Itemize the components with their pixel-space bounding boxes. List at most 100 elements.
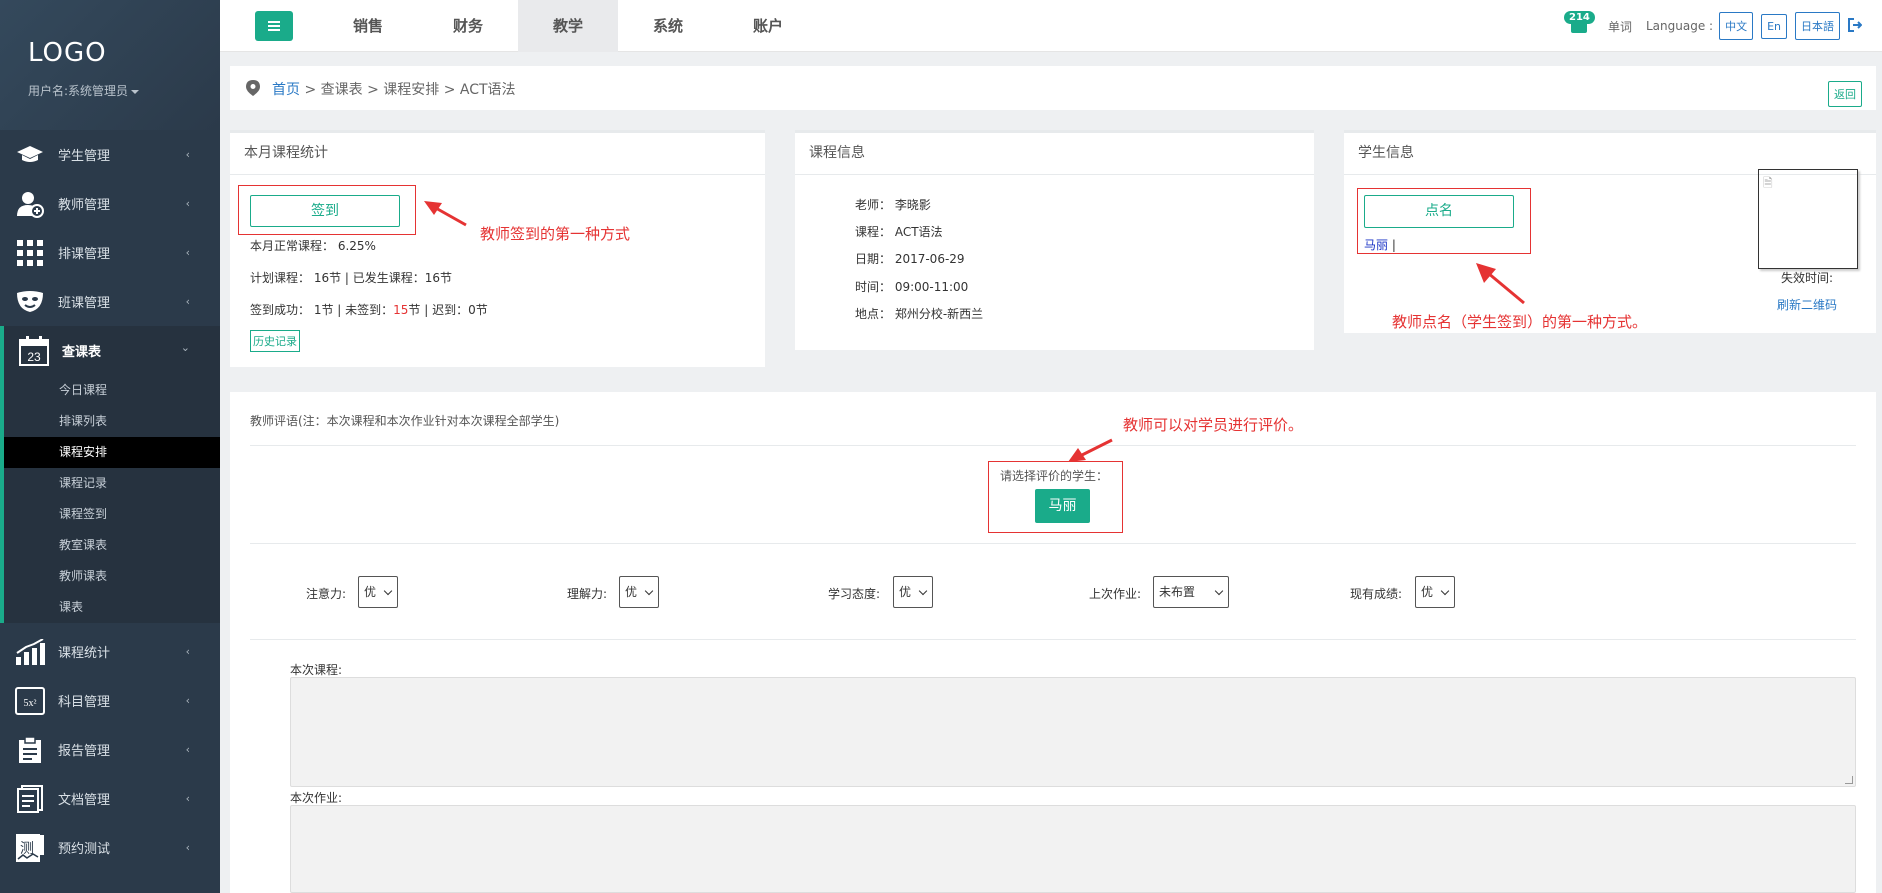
student-select-button[interactable]: 马丽 [1035,489,1090,523]
test-pen-icon: 测 [14,832,46,864]
refresh-qr-link[interactable]: 刷新二维码 [1777,296,1837,313]
this-homework-label: 本次作业: [290,791,343,805]
sidebar: LOGO 用户名:系统管理员 学生管理 ‹ 教师管理 ‹ 排课管理 ‹ 班课管理… [0,0,220,893]
submenu-classroom-timetable[interactable]: 教室课表 [4,530,220,561]
student-list: 马丽 | [1364,236,1396,253]
signin-button[interactable]: 签到 [250,195,400,227]
course-info-panel: 课程信息 老师： 李晓影 课程： ACT语法 日期： 2017-06-29 时间… [795,130,1314,350]
submenu-course-signin[interactable]: 课程签到 [4,499,220,530]
calendar-day: 23 [27,350,41,364]
sidebar-item-timetable[interactable]: 23 查课表 ⌄ [0,326,220,375]
attention-label: 注意力: [306,587,347,601]
submenu-timetable[interactable]: 课表 [4,592,220,623]
sidebar-item-label: 查课表 [62,345,102,360]
student-link[interactable]: 马丽 [1364,238,1388,252]
this-course-textarea[interactable] [290,677,1856,787]
submenu-teacher-timetable[interactable]: 教师课表 [4,561,220,592]
user-menu[interactable]: 用户名:系统管理员 [28,82,220,99]
bar-chart-icon [14,636,46,668]
sidebar-item-course-stats[interactable]: 课程统计 ‹ [0,627,220,676]
attention-select[interactable]: 优 [358,576,398,608]
breadcrumb-home-link[interactable]: 首页 [272,82,300,98]
date-info: 日期： 2017-06-29 [855,252,965,266]
sidebar-item-label: 学生管理 [58,149,111,164]
logout-icon[interactable] [1848,18,1864,34]
graduation-cap-icon [14,139,46,171]
chevron-left-icon: ‹ [185,645,190,658]
submenu-course-records[interactable]: 课程记录 [4,468,220,499]
sidebar-item-label: 文档管理 [58,793,111,808]
lang-english-button[interactable]: En [1761,13,1787,39]
breadcrumb-path: > 查课表 > 课程安排 > ACT语法 [300,82,516,98]
current-score-select[interactable]: 优 [1415,576,1455,608]
sidebar-item-classes[interactable]: 班课管理 ‹ [0,277,220,326]
logo: LOGO [28,38,107,68]
calendar-icon: 23 [18,335,50,367]
course-name-info: 课程： ACT语法 [855,225,943,239]
chevron-left-icon: ‹ [185,246,190,259]
hamburger-icon [268,25,280,27]
last-homework-select[interactable]: 未布置 [1153,576,1229,608]
sidebar-item-label: 班课管理 [58,296,111,311]
signin-stats: 签到成功： 1节 | 未签到：15节 | 迟到：0节 [250,301,488,318]
user-name: 用户名:系统管理员 [28,84,129,98]
sidebar-item-documents[interactable]: 文档管理 ‹ [0,774,220,823]
resize-handle-icon[interactable] [1845,776,1853,784]
sidebar-item-test-booking[interactable]: 测 预约测试 ‹ [0,823,220,872]
sidebar-item-teachers[interactable]: 教师管理 ‹ [0,179,220,228]
sidebar-item-students[interactable]: 学生管理 ‹ [0,130,220,179]
tab-sales[interactable]: 销售 [318,0,418,52]
tab-finance[interactable]: 财务 [418,0,518,52]
panel-title: 课程信息 [795,133,1314,175]
top-navbar: 销售 财务 教学 系统 账户 214 单词 Language : 中文 En 日… [220,0,1882,52]
grid-icon [14,237,46,269]
back-button[interactable]: 返回 [1828,81,1862,107]
expire-time-label: 失效时间: [1781,271,1834,285]
chevron-down-icon: ⌄ [180,341,190,354]
select-value: 优 [625,585,638,599]
submenu-course-arrangement[interactable]: 课程安排 [4,437,220,468]
comprehension-select[interactable]: 优 [619,576,659,608]
attitude-select[interactable]: 优 [893,576,933,608]
lang-chinese-button[interactable]: 中文 [1719,12,1754,40]
divider [250,445,1856,446]
submenu-schedule-list[interactable]: 排课列表 [4,406,220,437]
teacher-evaluation-panel: 教师评语(注：本次课程和本次作业针对本次课程全部学生) 教师可以对学员进行评价。… [230,392,1876,893]
chevron-left-icon: ‹ [185,841,190,854]
annotation-text: 教师签到的第一种方式 [480,225,631,243]
chevron-down-icon [918,586,928,596]
submenu-today-courses[interactable]: 今日课程 [4,375,220,406]
chevron-down-icon [383,586,393,596]
chevron-left-icon: ‹ [185,148,190,161]
notifications-button[interactable]: 214 [1563,11,1595,37]
this-homework-textarea[interactable] [290,805,1856,893]
monthly-stats-panel: 本月课程统计 签到 教师签到的第一种方式 本月正常课程： 6.25% 计划课程：… [230,130,765,367]
history-button[interactable]: 历史记录 [250,330,300,352]
select-value: 优 [364,585,377,599]
mask-icon [14,286,46,318]
sidebar-item-label: 教师管理 [58,198,111,213]
location-info: 地点： 郑州分校-新西兰 [855,307,984,321]
tab-account[interactable]: 账户 [718,0,818,52]
sidebar-item-subjects[interactable]: 5x² 科目管理 ‹ [0,676,220,725]
chevron-left-icon: ‹ [185,694,190,707]
sidebar-item-label: 科目管理 [58,695,111,710]
select-value: 优 [899,585,912,599]
evaluation-title: 教师评语(注：本次课程和本次作业针对本次课程全部学生) [250,414,560,428]
qr-code-image: 🗎 [1758,169,1858,269]
broken-image-icon: 🗎 [1763,176,1773,190]
lang-japanese-button[interactable]: 日本語 [1795,12,1840,40]
annotation-text: 教师点名（学生签到）的第一种方式。 [1392,313,1648,331]
topbar-right: 214 单词 Language : 中文 En 日本語 [1563,11,1864,40]
sidebar-item-scheduling[interactable]: 排课管理 ‹ [0,228,220,277]
tab-teaching[interactable]: 教学 [518,0,618,52]
document-icon [14,783,46,815]
tab-system[interactable]: 系统 [618,0,718,52]
rollcall-button[interactable]: 点名 [1364,195,1514,228]
chevron-down-icon [644,586,654,596]
sidebar-item-reports[interactable]: 报告管理 ‹ [0,725,220,774]
word-link[interactable]: 单词 [1608,18,1632,35]
divider [250,543,1856,544]
last-homework-label: 上次作业: [1089,587,1142,601]
menu-toggle-button[interactable] [255,11,293,41]
